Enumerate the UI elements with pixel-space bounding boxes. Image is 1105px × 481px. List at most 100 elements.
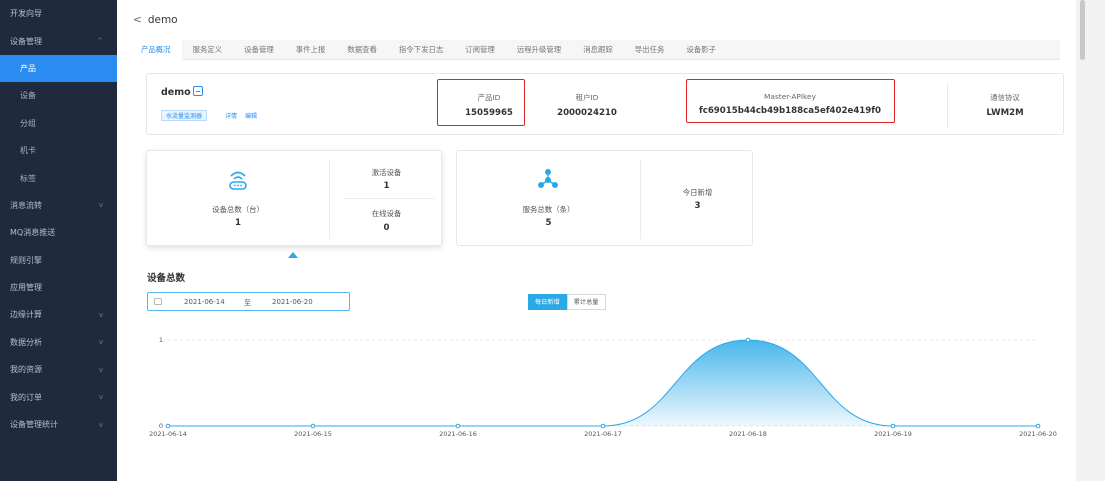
tab[interactable]: 产品概况 bbox=[130, 40, 182, 60]
data-point bbox=[745, 337, 751, 343]
sidebar-item[interactable]: MQ消息推送 bbox=[0, 219, 117, 246]
tab[interactable]: 设备管理 bbox=[233, 40, 285, 60]
device-stats-card[interactable]: 设备总数（台） 1 激活设备 1 在线设备 0 bbox=[146, 150, 442, 246]
y-tick-label: 0 bbox=[159, 422, 163, 430]
tab[interactable]: 导出任务 bbox=[624, 40, 676, 60]
sidebar-item[interactable]: 设备管理 ^ bbox=[0, 27, 117, 54]
sidebar-item[interactable]: 标签 bbox=[0, 164, 117, 191]
chevron-up-icon: ^ bbox=[97, 37, 103, 46]
sidebar-item[interactable]: 设备管理统计 v bbox=[0, 411, 117, 438]
page-title: demo bbox=[147, 14, 178, 26]
sidebar-item-label: 数据分析 bbox=[10, 337, 42, 347]
calendar-icon bbox=[154, 298, 162, 305]
tab[interactable]: 订阅管理 bbox=[454, 40, 506, 60]
today-new-label: 今日新增 bbox=[682, 188, 713, 197]
start-date[interactable]: 2021-06-14 bbox=[184, 298, 225, 306]
sidebar-item-label: 分组 bbox=[20, 118, 36, 128]
sidebar-item[interactable]: 机卡 bbox=[0, 137, 117, 164]
chevron-left-icon[interactable]: < bbox=[133, 14, 142, 26]
data-point bbox=[165, 423, 171, 429]
product-name: demo bbox=[161, 87, 191, 98]
tab[interactable]: 设备影子 bbox=[675, 40, 727, 60]
tab[interactable]: 指令下发日志 bbox=[388, 40, 454, 60]
x-tick-label: 2021-06-18 bbox=[729, 430, 767, 438]
x-tick-label: 2021-06-19 bbox=[874, 430, 912, 438]
sidebar-item-label: 我的订单 bbox=[10, 392, 42, 402]
active-devices-label: 激活设备 bbox=[371, 168, 402, 177]
tab[interactable]: 消息跟踪 bbox=[572, 40, 624, 60]
tenant-id-value: 2000024210 bbox=[557, 108, 617, 118]
device-chart: 0 1 2021-06-14 2021-06-15 2021-06-16 2021-06-… bbox=[149, 336, 1057, 438]
chevron-down-icon: v bbox=[98, 310, 103, 319]
sidebar-item[interactable]: 我的资源 v bbox=[0, 356, 117, 383]
service-stats-card[interactable]: 服务总数（条） 5 今日新增 3 bbox=[456, 150, 753, 246]
tab[interactable]: 远程升级管理 bbox=[506, 40, 572, 60]
date-range-picker[interactable]: 2021-06-14 至 2021-06-20 bbox=[147, 292, 350, 311]
data-point bbox=[890, 423, 896, 429]
sidebar-item[interactable]: 边缘计算 v bbox=[0, 301, 117, 328]
sidebar-item-label: 开发向导 bbox=[10, 9, 42, 19]
protocol-field: 通信协议 LWM2M bbox=[955, 92, 1055, 118]
x-tick-label: 2021-06-15 bbox=[294, 430, 332, 438]
section-title: 设备总数 bbox=[147, 273, 186, 284]
active-devices-value: 1 bbox=[383, 181, 390, 191]
series-line bbox=[167, 339, 1038, 427]
tab[interactable]: 服务定义 bbox=[182, 40, 234, 60]
sidebar: 开发向导设备管理 ^ 产品设备分组机卡标签消息流转 v MQ消息推送规则引擎应用管理边缘… bbox=[0, 0, 117, 481]
sidebar-item[interactable]: 应用管理 bbox=[0, 274, 117, 301]
data-point bbox=[310, 423, 316, 429]
sidebar-item[interactable]: 设备 bbox=[0, 82, 117, 109]
range-separator: 至 bbox=[244, 299, 251, 307]
chevron-down-icon: v bbox=[98, 201, 103, 210]
cumulative-button[interactable]: 累计总量 bbox=[566, 294, 606, 310]
edit-link[interactable]: 编辑 bbox=[245, 111, 257, 120]
y-tick-label: 1 bbox=[159, 336, 163, 344]
scrollbar[interactable] bbox=[1076, 0, 1105, 481]
divider bbox=[947, 82, 948, 128]
online-devices-value: 0 bbox=[383, 223, 390, 233]
divider bbox=[344, 198, 434, 199]
scrollbar-thumb[interactable] bbox=[1080, 0, 1085, 60]
sidebar-item-label: 机卡 bbox=[20, 146, 36, 156]
sidebar-item[interactable]: 开发向导 bbox=[0, 0, 117, 27]
main-content: < demo 产品概况 服务定义 设备管理 事件上报 数据查看 指令下发日志 订阅管理 远程升级… bbox=[117, 0, 1076, 481]
end-date[interactable]: 2021-06-20 bbox=[272, 298, 313, 306]
data-point bbox=[1035, 423, 1041, 429]
chevron-down-icon: v bbox=[98, 365, 103, 374]
sidebar-item-label: 规则引擎 bbox=[10, 255, 42, 265]
tenant-id-label: 租户ID bbox=[575, 93, 599, 102]
sidebar-item-label: 应用管理 bbox=[10, 283, 42, 293]
edit-icon[interactable] bbox=[193, 86, 203, 96]
chart-area bbox=[168, 340, 1038, 426]
chevron-down-icon: v bbox=[98, 338, 103, 347]
device-total-value: 1 bbox=[235, 218, 241, 228]
daily-new-button[interactable]: 每日新增 bbox=[528, 294, 567, 310]
sidebar-item[interactable]: 我的订单 v bbox=[0, 383, 117, 410]
tab[interactable]: 数据查看 bbox=[336, 40, 388, 60]
x-tick-label: 2021-06-20 bbox=[1019, 430, 1057, 438]
x-tick-label: 2021-06-16 bbox=[439, 430, 477, 438]
sidebar-item[interactable]: 数据分析 v bbox=[0, 329, 117, 356]
tab[interactable]: 事件上报 bbox=[285, 40, 337, 60]
network-icon bbox=[538, 169, 558, 188]
sidebar-item-label: 我的资源 bbox=[10, 365, 42, 375]
service-total-value: 5 bbox=[545, 218, 552, 228]
x-tick-label: 2021-06-14 bbox=[149, 430, 187, 438]
sidebar-item-label: 设备管理 bbox=[10, 36, 42, 46]
sidebar-item[interactable]: 分组 bbox=[0, 110, 117, 137]
mode-toggle: 每日新增 累计总量 bbox=[528, 294, 606, 310]
sidebar-item[interactable]: 产品 bbox=[0, 54, 117, 83]
data-point bbox=[455, 423, 461, 429]
sidebar-item[interactable]: 消息流转 v bbox=[0, 192, 117, 219]
highlight-box-product-id bbox=[437, 79, 525, 126]
detail-link[interactable]: 详情 bbox=[225, 111, 237, 120]
sidebar-item-label: 产品 bbox=[20, 63, 36, 73]
back-link[interactable]: < demo bbox=[133, 14, 178, 26]
today-new-value: 3 bbox=[694, 201, 701, 211]
data-point bbox=[600, 423, 606, 429]
divider bbox=[640, 159, 641, 239]
sidebar-item[interactable]: 规则引擎 bbox=[0, 247, 117, 274]
protocol-value: LWM2M bbox=[986, 108, 1024, 118]
sidebar-item-label: 标签 bbox=[20, 173, 36, 183]
protocol-label: 通信协议 bbox=[990, 93, 1020, 102]
